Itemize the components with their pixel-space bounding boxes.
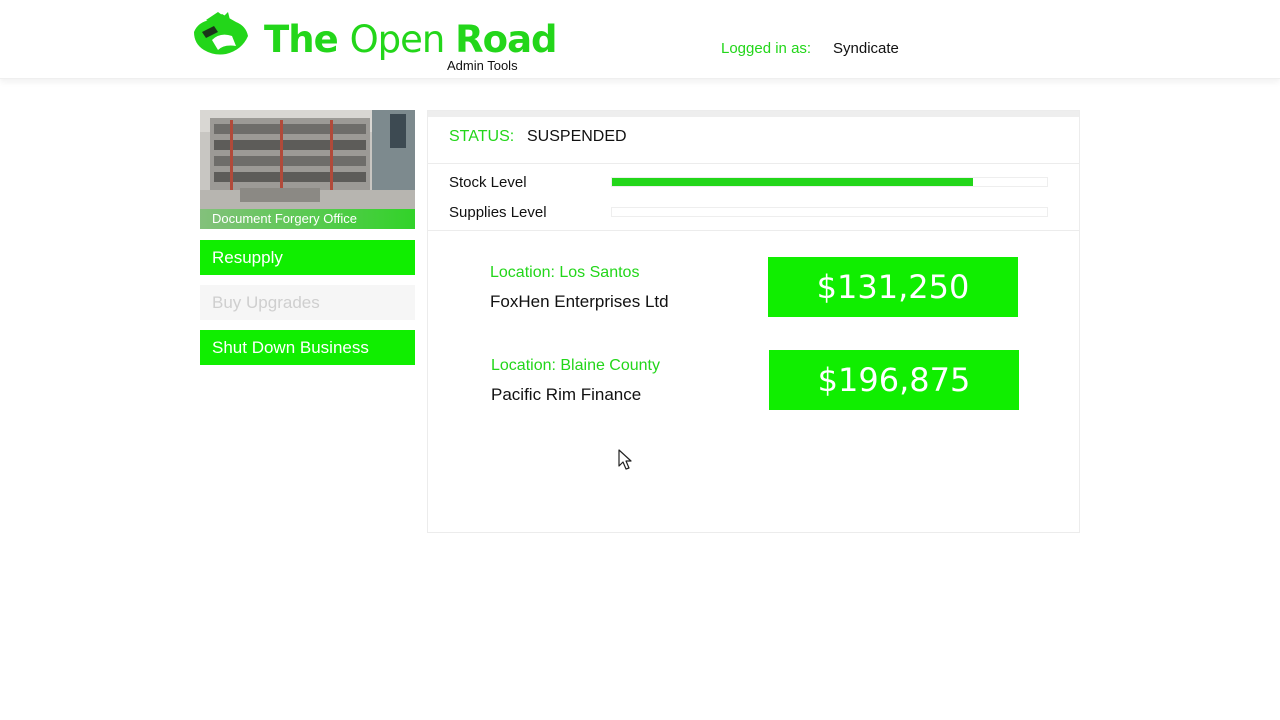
resupply-button[interactable]: Resupply	[200, 240, 415, 275]
status-value: SUSPENDED	[527, 128, 627, 145]
buy-upgrades-button[interactable]: Buy Upgrades	[200, 285, 415, 320]
login-label: Logged in as:	[721, 40, 812, 57]
mouse-pointer-icon	[618, 449, 632, 470]
login-username: Syndicate	[833, 40, 899, 57]
logo-title-open: Open	[349, 18, 456, 61]
mountain-road-logo-icon	[194, 12, 248, 55]
sale-company-name: Pacific Rim Finance	[491, 385, 642, 404]
sell-price-button[interactable]: $196,875	[769, 350, 1019, 410]
business-name: Document Forgery Office	[200, 209, 415, 229]
sale-company-name: FoxHen Enterprises Ltd	[490, 292, 669, 311]
sell-price-button[interactable]: $131,250	[768, 257, 1018, 317]
supplies-level-label: Supplies Level	[449, 204, 547, 221]
status-label: STATUS:	[449, 128, 515, 145]
logo-title-road: Road	[455, 18, 557, 61]
stock-level-bar	[611, 177, 1048, 187]
divider	[428, 230, 1079, 231]
divider	[428, 163, 1079, 164]
app-subtitle: Admin Tools	[447, 58, 518, 73]
business-thumbnail: Document Forgery Office	[200, 110, 415, 229]
business-panel: STATUS: SUSPENDED Stock Level Supplies L…	[427, 110, 1080, 533]
header: The Open Road Admin Tools Logged in as: …	[0, 0, 1280, 79]
sale-location-label: Location: Los Santos	[490, 264, 640, 281]
supplies-level-bar	[611, 207, 1048, 217]
stock-level-fill	[612, 178, 974, 186]
panel-top-bar	[428, 111, 1079, 117]
app-title: The Open Road	[264, 16, 558, 64]
stock-level-label: Stock Level	[449, 174, 527, 191]
logo-title-the: The	[264, 18, 350, 61]
sale-location-label: Location: Blaine County	[491, 357, 660, 374]
shut-down-business-button[interactable]: Shut Down Business	[200, 330, 415, 365]
